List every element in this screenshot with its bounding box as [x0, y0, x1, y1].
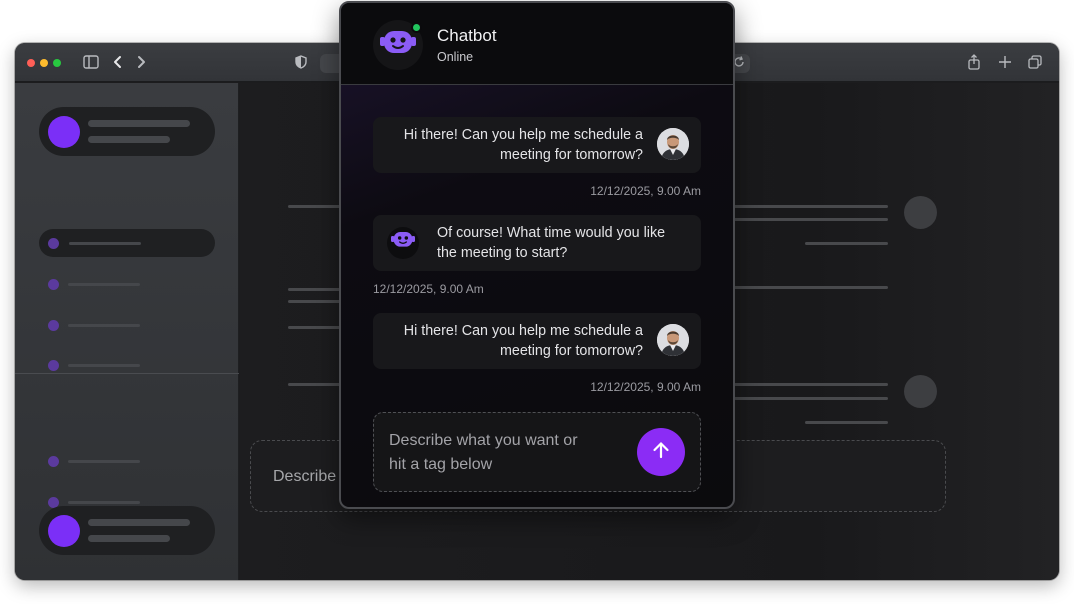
chat-header: Chatbot Online	[341, 3, 733, 85]
placeholder-line	[68, 364, 140, 367]
placeholder-line	[68, 324, 140, 327]
user-message: Hi there! Can you help me schedule a mee…	[373, 313, 701, 369]
message-line: meeting for tomorrow?	[499, 343, 643, 359]
bot-icon	[379, 28, 417, 63]
message-text: Hi there! Can you help me schedule a mee…	[404, 321, 643, 361]
sidebar-item-active[interactable]	[39, 229, 215, 257]
placeholder-line: Describe what you want or	[389, 432, 578, 449]
placeholder-line	[734, 383, 888, 386]
avatar	[48, 515, 80, 547]
placeholder-line	[88, 136, 170, 143]
avatar-placeholder	[904, 196, 937, 229]
message-line: Of course! What time would you like	[437, 225, 666, 241]
send-button[interactable]	[637, 428, 685, 476]
placeholder-line	[88, 519, 190, 526]
new-tab-icon[interactable]	[997, 53, 1013, 71]
sidebar	[15, 83, 239, 580]
maximize-window-button[interactable]	[53, 59, 61, 67]
placeholder-line	[734, 397, 888, 400]
user-avatar	[657, 324, 689, 356]
chat-input-placeholder: Describe what you want or hit a tag belo…	[389, 429, 619, 477]
placeholder-line: hit a tag below	[389, 456, 493, 473]
message-line: meeting for tomorrow?	[499, 147, 643, 163]
avatar-placeholder	[904, 375, 937, 408]
message-text: Of course! What time would you like the …	[437, 223, 665, 263]
send-arrow-icon	[651, 440, 671, 465]
placeholder-line	[68, 283, 140, 286]
bot-avatar-small	[387, 227, 419, 259]
chatbot-panel: Chatbot Online Hi there! Can you help me…	[339, 1, 735, 509]
tabs-icon[interactable]	[1027, 53, 1043, 71]
placeholder-line	[734, 218, 888, 221]
chat-status: Online	[437, 50, 474, 64]
bot-icon	[390, 230, 416, 256]
placeholder-line	[68, 460, 140, 463]
placeholder-line	[734, 205, 888, 208]
placeholder-line	[88, 535, 170, 542]
sidebar-item-bullet[interactable]	[48, 320, 59, 331]
message-line: Hi there! Can you help me schedule a	[403, 323, 643, 339]
bottom-profile-card[interactable]	[39, 506, 215, 555]
placeholder-line	[805, 242, 888, 245]
sidebar-toggle-icon[interactable]	[82, 53, 100, 71]
user-avatar	[657, 128, 689, 160]
sidebar-item-bullet[interactable]	[48, 456, 59, 467]
chat-title: Chatbot	[437, 26, 497, 45]
profile-card[interactable]	[39, 107, 215, 156]
placeholder-line	[68, 501, 140, 504]
avatar	[48, 116, 80, 148]
placeholder-line	[805, 421, 888, 424]
back-icon[interactable]	[110, 53, 126, 71]
user-message: Hi there! Can you help me schedule a mee…	[373, 117, 701, 173]
close-window-button[interactable]	[27, 59, 35, 67]
sidebar-divider	[15, 373, 239, 374]
message-timestamp: 12/12/2025, 9.00 Am	[590, 184, 701, 198]
message-line: the meeting to start?	[437, 245, 568, 261]
online-status-dot	[411, 22, 422, 33]
message-line: Hi there! Can you help me schedule a	[403, 127, 643, 143]
chat-message-input[interactable]: Describe what you want or hit a tag belo…	[373, 412, 701, 492]
placeholder-line	[88, 120, 190, 127]
forward-icon[interactable]	[133, 53, 149, 71]
placeholder-line	[734, 286, 888, 289]
bot-message: Of course! What time would you like the …	[373, 215, 701, 271]
message-text: Hi there! Can you help me schedule a mee…	[404, 125, 643, 165]
message-timestamp: 12/12/2025, 9.00 Am	[590, 380, 701, 394]
message-timestamp: 12/12/2025, 9.00 Am	[373, 282, 484, 296]
nav-bullet	[48, 238, 59, 249]
placeholder-line	[69, 242, 141, 245]
sidebar-item-bullet[interactable]	[48, 279, 59, 290]
minimize-window-button[interactable]	[40, 59, 48, 67]
sidebar-item-bullet[interactable]	[48, 360, 59, 371]
shield-icon	[293, 53, 309, 71]
share-icon[interactable]	[966, 53, 982, 71]
